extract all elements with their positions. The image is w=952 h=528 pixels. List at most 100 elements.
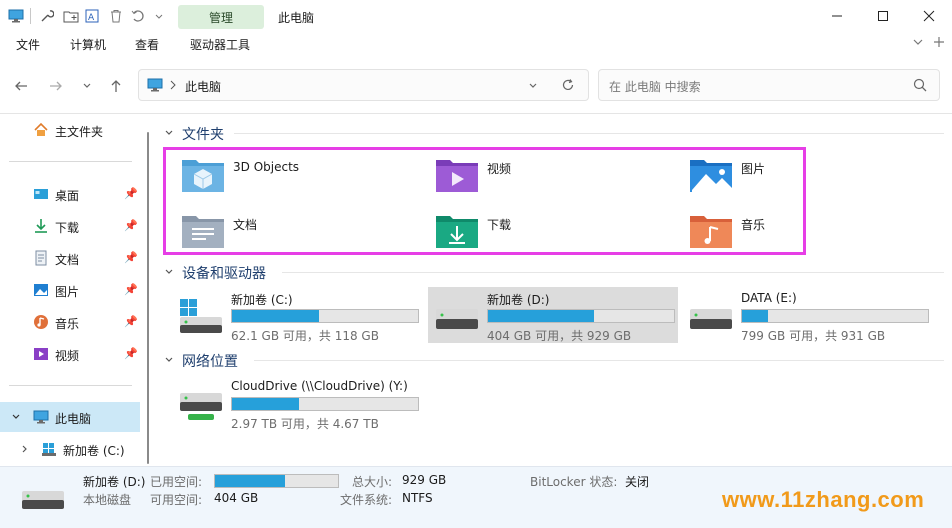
details-drive-name: 新加卷 (D:) [83,475,146,489]
forward-icon[interactable] [46,76,66,96]
windows-drive-icon [41,441,57,457]
drive-size: 62.1 GB 可用，共 118 GB [231,329,379,343]
search-icon[interactable] [913,78,927,95]
drive-c[interactable]: 新加卷 (C:) 62.1 GB 可用，共 118 GB [172,287,422,343]
home-icon [33,122,49,138]
expand-ribbon-icon[interactable] [912,36,924,52]
breadcrumb-this-pc[interactable]: 此电脑 [185,78,221,95]
details-fs-label: 文件系统: [340,493,393,507]
collapse-chevron-icon[interactable] [20,443,30,457]
pin-icon[interactable]: 📌 [124,347,138,360]
folders-highlight-box [163,147,806,255]
sidebar-item-videos[interactable]: 视频 📌 [0,339,140,369]
maximize-button[interactable] [860,0,906,32]
chevron-down-icon [164,355,178,368]
back-icon[interactable] [11,76,31,96]
details-bitlocker-value: 关闭 [625,475,650,489]
chevron-down-icon [164,128,178,141]
sidebar-scrollbar[interactable] [147,132,149,464]
drive-usage-fill [742,310,769,322]
sidebar-item-music[interactable]: 音乐 📌 [0,307,140,337]
drive-d[interactable]: 新加卷 (D:) 404 GB 可用，共 929 GB [428,287,678,343]
hard-drive-icon [688,295,734,335]
drive-size: 404 GB 可用，共 929 GB [487,329,632,343]
delete-icon[interactable] [107,7,125,25]
divider [254,360,944,361]
window-title: 此电脑 [278,11,315,25]
sidebar-item-home[interactable]: 主文件夹 [0,115,140,145]
new-folder-icon[interactable] [62,7,80,25]
pin-icon[interactable]: 📌 [124,187,138,200]
add-icon[interactable] [933,36,945,52]
sidebar-item-documents[interactable]: 文档 📌 [0,243,140,273]
drive-size: 2.97 TB 可用，共 4.67 TB [231,417,379,431]
hard-drive-icon [434,295,480,335]
tab-file[interactable]: 文件 [16,36,40,53]
drive-usage-fill [488,310,595,322]
expand-chevron-icon[interactable] [11,411,21,425]
sidebar-item-label: 视频 [55,349,80,363]
section-header-folders[interactable]: 文件夹 [164,124,224,144]
sidebar-item-desktop[interactable]: 桌面 📌 [0,179,140,209]
drive-e[interactable]: DATA (E:) 799 GB 可用，共 931 GB [682,287,932,343]
address-bar[interactable]: 此电脑 [138,69,589,101]
video-icon [33,346,49,362]
properties-icon[interactable] [38,7,56,25]
drive-usage-fill [232,398,299,410]
desktop-icon [33,186,49,202]
qa-dropdown-icon[interactable] [152,7,166,25]
tab-drive-tools[interactable]: 驱动器工具 [190,36,250,53]
tab-view[interactable]: 查看 [135,36,159,53]
download-icon [33,218,49,234]
hard-drive-icon [20,479,66,522]
sidebar-item-drive-c[interactable]: 新加卷 (C:) [0,434,140,464]
chevron-down-icon [164,267,178,280]
section-header-devices[interactable]: 设备和驱动器 [164,263,266,283]
sidebar-item-downloads[interactable]: 下载 📌 [0,211,140,241]
section-title: 网络位置 [182,354,238,370]
computer-icon [147,78,163,95]
pin-icon[interactable]: 📌 [124,251,138,264]
details-free-label: 可用空间: [150,493,203,507]
computer-icon[interactable] [6,7,26,25]
details-fs-value: NTFS [402,491,433,505]
search-placeholder: 在 此电脑 中搜索 [609,80,701,94]
tab-manage[interactable]: 管理 [178,5,264,29]
sidebar-item-label: 文档 [55,253,80,267]
recent-dropdown-icon[interactable] [77,76,97,96]
pin-icon[interactable]: 📌 [124,283,138,296]
drive-usage-bar [487,309,675,323]
rename-icon[interactable]: A [84,7,102,25]
close-button[interactable] [906,0,952,32]
divider [30,8,31,24]
search-input[interactable]: 在 此电脑 中搜索 [598,69,940,101]
details-total-label: 总大小: [352,475,393,489]
sidebar-item-pictures[interactable]: 图片 📌 [0,275,140,305]
svg-text:A: A [88,13,95,23]
document-icon [33,250,49,266]
network-drive-icon [178,383,224,423]
sidebar-item-label: 音乐 [55,317,80,331]
picture-icon [33,282,49,298]
minimize-button[interactable] [814,0,860,32]
windows-drive-icon [178,295,224,335]
pin-icon[interactable]: 📌 [124,219,138,232]
tab-computer[interactable]: 计算机 [70,36,106,53]
drive-usage-bar [231,309,419,323]
details-usage-bar [214,474,339,488]
up-icon[interactable] [106,76,126,96]
network-drive-y[interactable]: CloudDrive (\\CloudDrive) (Y:) 2.97 TB 可… [172,375,472,431]
navigation-pane: 主文件夹 桌面 📌 下载 📌 文档 📌 图片 📌 音乐 📌 视频 📌 此电脑 新… [0,114,156,466]
details-bitlocker-label: BitLocker 状态: [530,475,618,489]
breadcrumb-chevron-icon[interactable] [169,79,177,93]
section-header-network[interactable]: 网络位置 [164,351,238,371]
details-used-label: 已用空间: [150,475,203,489]
undo-icon[interactable] [128,7,146,25]
address-dropdown-icon[interactable] [528,80,538,94]
refresh-icon[interactable] [561,78,575,95]
pin-icon[interactable]: 📌 [124,315,138,328]
sidebar-item-this-pc[interactable]: 此电脑 [0,402,140,432]
watermark: www.11zhang.com [722,487,925,512]
ribbon-tabs: 文件 计算机 查看 驱动器工具 [0,32,952,58]
details-drive-type: 本地磁盘 [83,493,132,507]
